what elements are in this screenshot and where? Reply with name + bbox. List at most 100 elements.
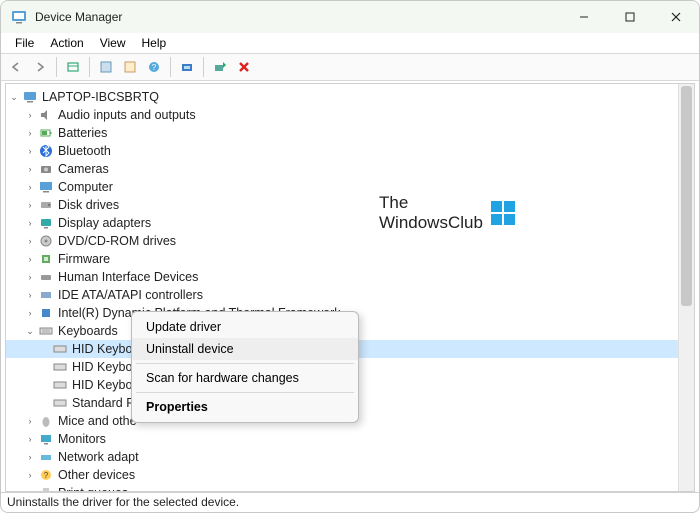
toolbar-separator: [56, 57, 57, 77]
firmware-icon: [38, 251, 54, 267]
expand-icon[interactable]: ›: [24, 484, 36, 491]
context-menu: Update driver Uninstall device Scan for …: [131, 311, 359, 423]
tree-item-network[interactable]: ›Network adapt: [6, 448, 678, 466]
ctx-uninstall-device[interactable]: Uninstall device: [132, 338, 358, 360]
maximize-button[interactable]: [607, 1, 653, 33]
ctx-properties[interactable]: Properties: [132, 396, 358, 418]
tree-item-other[interactable]: ›?Other devices: [6, 466, 678, 484]
svg-text:?: ?: [152, 63, 157, 72]
tree-label: Cameras: [58, 160, 109, 178]
mouse-icon: [38, 413, 54, 429]
collapse-icon[interactable]: ⌄: [24, 322, 36, 340]
watermark: The WindowsClub: [379, 193, 515, 233]
tree-item-cameras[interactable]: › Cameras: [6, 160, 678, 178]
tree-label: Display adapters: [58, 214, 151, 232]
uninstall-button[interactable]: [233, 56, 255, 78]
expand-icon[interactable]: ›: [24, 466, 36, 484]
tree-item-computer[interactable]: ›Computer: [6, 178, 678, 196]
expand-icon[interactable]: ›: [24, 448, 36, 466]
tree-item-hid[interactable]: › Human Interface Devices: [6, 268, 678, 286]
tree-item-display[interactable]: › Display adapters: [6, 214, 678, 232]
tree-label: Audio inputs and outputs: [58, 106, 196, 124]
tree-label: Standard P: [72, 394, 135, 412]
tree-item-batteries[interactable]: › Batteries: [6, 124, 678, 142]
tree-label: Keyboards: [58, 322, 118, 340]
tree-label: Mice and othe: [58, 412, 137, 430]
tree-label: DVD/CD-ROM drives: [58, 232, 176, 250]
camera-icon: [38, 161, 54, 177]
tree-label: HID Keyboa: [72, 376, 139, 394]
monitor-icon: [38, 431, 54, 447]
expand-icon[interactable]: ›: [24, 250, 36, 268]
app-icon: [11, 9, 27, 25]
minimize-button[interactable]: [561, 1, 607, 33]
close-button[interactable]: [653, 1, 699, 33]
expand-icon[interactable]: ›: [24, 412, 36, 430]
tree-item-dvd[interactable]: › DVD/CD-ROM drives: [6, 232, 678, 250]
tree-item-disk[interactable]: › Disk drives: [6, 196, 678, 214]
computer-icon: [38, 179, 54, 195]
keyboard-icon: [52, 359, 68, 375]
expand-icon[interactable]: ›: [24, 160, 36, 178]
update-driver-button[interactable]: [209, 56, 231, 78]
device-tree[interactable]: ⌄ LAPTOP-IBCSBRTQ › Audio inputs and outp…: [6, 84, 678, 491]
hid-icon: [38, 269, 54, 285]
audio-icon: [38, 107, 54, 123]
scan-button[interactable]: [176, 56, 198, 78]
tree-item-bluetooth[interactable]: › Bluetooth: [6, 142, 678, 160]
device-manager-window: Device Manager File Action View Help ?: [0, 0, 700, 513]
tree-item-firmware[interactable]: › Firmware: [6, 250, 678, 268]
window-title: Device Manager: [35, 10, 561, 24]
expand-icon[interactable]: ›: [24, 196, 36, 214]
intel-icon: [38, 305, 54, 321]
expand-icon[interactable]: ›: [24, 286, 36, 304]
vertical-scrollbar[interactable]: [678, 84, 694, 491]
content-area: ⌄ LAPTOP-IBCSBRTQ › Audio inputs and outp…: [5, 83, 695, 492]
tree-label: Firmware: [58, 250, 110, 268]
tree-label: Human Interface Devices: [58, 268, 198, 286]
toolbar: ?: [1, 53, 699, 81]
collapse-icon[interactable]: ⌄: [8, 88, 20, 106]
menu-view[interactable]: View: [92, 34, 134, 52]
show-hidden-button[interactable]: [62, 56, 84, 78]
expand-icon[interactable]: ›: [24, 232, 36, 250]
tree-label: Monitors: [58, 430, 106, 448]
menu-action[interactable]: Action: [42, 34, 91, 52]
tree-label: Print queues: [58, 484, 128, 491]
battery-icon: [38, 125, 54, 141]
tree-label: Batteries: [58, 124, 107, 142]
expand-icon[interactable]: ›: [24, 106, 36, 124]
tree-label: IDE ATA/ATAPI controllers: [58, 286, 203, 304]
bluetooth-icon: [38, 143, 54, 159]
tree-item-print[interactable]: › Print queues: [6, 484, 678, 491]
tree-label: Disk drives: [58, 196, 119, 214]
expand-icon[interactable]: ›: [24, 178, 36, 196]
ctx-scan-hardware[interactable]: Scan for hardware changes: [132, 367, 358, 389]
tree-label: HID Keyboa: [72, 358, 139, 376]
expand-icon[interactable]: ›: [24, 124, 36, 142]
tree-label: Other devices: [58, 466, 135, 484]
properties-button[interactable]: [119, 56, 141, 78]
expand-icon[interactable]: ›: [24, 268, 36, 286]
back-button[interactable]: [5, 56, 27, 78]
expand-icon[interactable]: ›: [24, 430, 36, 448]
action-button-1[interactable]: [95, 56, 117, 78]
tree-item-ide[interactable]: › IDE ATA/ATAPI controllers: [6, 286, 678, 304]
ctx-update-driver[interactable]: Update driver: [132, 316, 358, 338]
ctx-separator: [136, 392, 354, 393]
tree-label: Bluetooth: [58, 142, 111, 160]
tree-item-audio[interactable]: › Audio inputs and outputs: [6, 106, 678, 124]
help-button[interactable]: ?: [143, 56, 165, 78]
expand-icon[interactable]: ›: [24, 214, 36, 232]
forward-button[interactable]: [29, 56, 51, 78]
scrollbar-thumb[interactable]: [681, 86, 692, 306]
expand-icon[interactable]: ›: [24, 142, 36, 160]
tree-root[interactable]: ⌄ LAPTOP-IBCSBRTQ: [6, 88, 678, 106]
menu-file[interactable]: File: [7, 34, 42, 52]
ctx-separator: [136, 363, 354, 364]
menu-help[interactable]: Help: [134, 34, 175, 52]
watermark-line1: The: [379, 193, 483, 213]
expand-icon[interactable]: ›: [24, 304, 36, 322]
tree-item-monitors[interactable]: › Monitors: [6, 430, 678, 448]
other-icon: ?: [38, 467, 54, 483]
